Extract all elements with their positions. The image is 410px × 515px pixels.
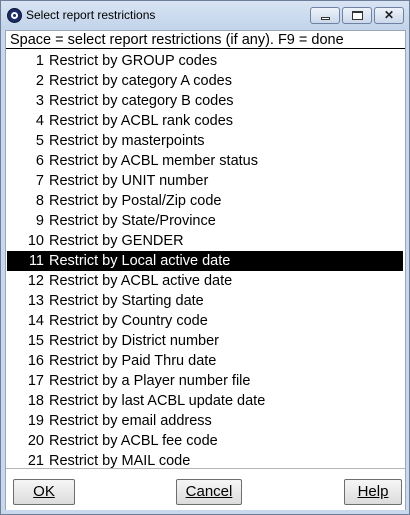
list-item-number: 19 [27, 413, 44, 429]
list-item-label: Restrict by UNIT number [49, 173, 209, 189]
help-button[interactable]: Help [344, 479, 402, 505]
list-item-label: Restrict by category B codes [49, 93, 234, 109]
list-item[interactable]: 11 Restrict by Local active date [7, 251, 403, 271]
list-item[interactable]: 6 Restrict by ACBL member status [7, 151, 403, 171]
list-item[interactable]: 1 Restrict by GROUP codes [7, 51, 403, 71]
list-item[interactable]: 20 Restrict by ACBL fee code [7, 431, 403, 451]
window-title: Select report restrictions [26, 8, 156, 22]
list-item-label: Restrict by ACBL active date [49, 273, 233, 289]
list-item[interactable]: 16 Restrict by Paid Thru date [7, 351, 403, 371]
list-item-number: 3 [35, 93, 44, 109]
maximize-icon [352, 11, 363, 20]
instruction-text: Space = select report restrictions (if a… [6, 31, 405, 49]
list-item-label: Restrict by ACBL rank codes [49, 113, 234, 129]
maximize-button[interactable] [342, 7, 372, 24]
list-item-number: 15 [27, 333, 44, 349]
list-item-label: Restrict by ACBL member status [49, 153, 258, 169]
dialog-client-area: Space = select report restrictions (if a… [5, 30, 406, 510]
list-item-label: Restrict by Paid Thru date [49, 353, 217, 369]
list-item-number: 11 [28, 253, 44, 269]
dialog-window: Select report restrictions ✕ Space = sel… [0, 0, 410, 515]
close-icon: ✕ [383, 8, 395, 22]
list-item[interactable]: 2 Restrict by category A codes [7, 71, 403, 91]
list-item-number: 18 [27, 393, 44, 409]
ok-button[interactable]: OK [13, 479, 75, 505]
list-item-label: Restrict by Postal/Zip code [49, 193, 222, 209]
list-item[interactable]: 7 Restrict by UNIT number [7, 171, 403, 191]
list-item[interactable]: 12 Restrict by ACBL active date [7, 271, 403, 291]
minimize-icon [321, 17, 330, 20]
list-item-number: 14 [27, 313, 44, 329]
list-item[interactable]: 18 Restrict by last ACBL update date [7, 391, 403, 411]
list-item-label: Restrict by masterpoints [49, 133, 205, 149]
list-item-number: 10 [27, 233, 44, 249]
restriction-list[interactable]: 1 Restrict by GROUP codes 2 Restrict by cat… [7, 51, 403, 471]
list-item-label: Restrict by ACBL fee code [49, 433, 218, 449]
list-item[interactable]: 19 Restrict by email address [7, 411, 403, 431]
list-item-label: Restrict by email address [49, 413, 212, 429]
list-item-number: 4 [35, 113, 44, 129]
list-item-number: 9 [35, 213, 44, 229]
list-item-label: Restrict by Country code [49, 313, 208, 329]
list-item[interactable]: 9 Restrict by State/Province [7, 211, 403, 231]
list-item-number: 17 [27, 373, 44, 389]
list-item[interactable]: 8 Restrict by Postal/Zip code [7, 191, 403, 211]
list-item[interactable]: 10 Restrict by GENDER [7, 231, 403, 251]
list-item-label: Restrict by Starting date [49, 293, 204, 309]
minimize-button[interactable] [310, 7, 340, 24]
list-item-number: 8 [35, 193, 44, 209]
list-item-number: 13 [27, 293, 44, 309]
list-item[interactable]: 5 Restrict by masterpoints [7, 131, 403, 151]
list-item-label: Restrict by last ACBL update date [49, 393, 266, 409]
list-item-number: 5 [35, 133, 44, 149]
list-item[interactable]: 15 Restrict by District number [7, 331, 403, 351]
button-bar: OK Cancel Help [6, 468, 405, 510]
list-item-label: Restrict by MAIL code [49, 453, 191, 469]
list-item[interactable]: 17 Restrict by a Player number file [7, 371, 403, 391]
app-icon[interactable] [7, 8, 22, 23]
list-item[interactable]: 4 Restrict by ACBL rank codes [7, 111, 403, 131]
list-item-number: 7 [35, 173, 44, 189]
list-item-label: Restrict by District number [49, 333, 220, 349]
list-item-label: Restrict by category A codes [49, 73, 232, 89]
list-item[interactable]: 13 Restrict by Starting date [7, 291, 403, 311]
list-item[interactable]: 3 Restrict by category B codes [7, 91, 403, 111]
list-item-number: 20 [27, 433, 44, 449]
list-item-label: Restrict by GROUP codes [49, 53, 218, 69]
list-item[interactable]: 14 Restrict by Country code [7, 311, 403, 331]
list-item-number: 1 [35, 53, 44, 69]
list-item-number: 2 [35, 73, 44, 89]
title-bar[interactable]: Select report restrictions ✕ [1, 1, 409, 30]
list-item-label: Restrict by State/Province [49, 213, 216, 229]
list-item-label: Restrict by GENDER [49, 233, 184, 249]
list-item-label: Restrict by Local active date [49, 253, 231, 269]
list-item-number: 16 [27, 353, 44, 369]
close-button[interactable]: ✕ [374, 7, 404, 24]
list-item-number: 12 [27, 273, 44, 289]
list-item-number: 6 [35, 153, 44, 169]
cancel-button[interactable]: Cancel [176, 479, 242, 505]
list-item-label: Restrict by a Player number file [49, 373, 251, 389]
